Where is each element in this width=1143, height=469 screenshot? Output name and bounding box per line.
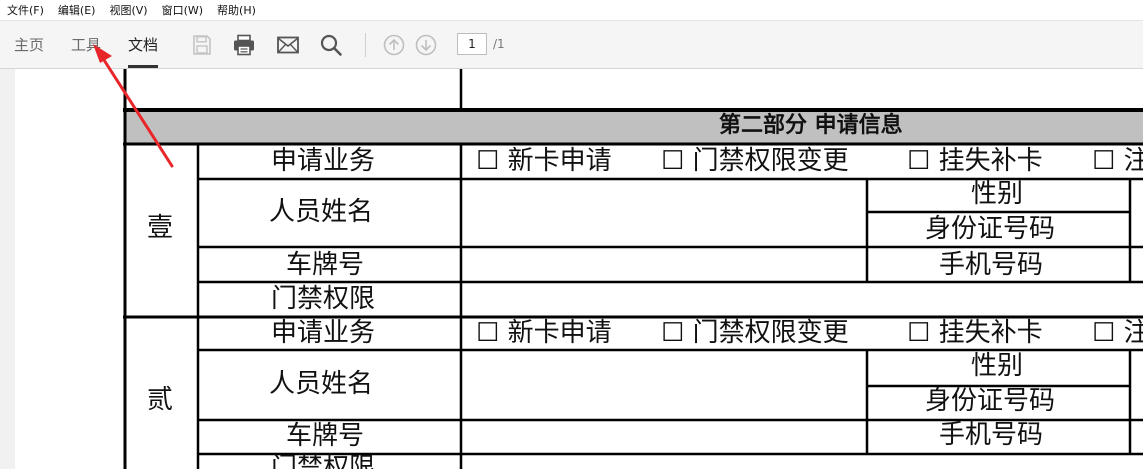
checkbox-symbol: ☐ xyxy=(476,146,500,176)
document-page: 第二部分 申请信息 壹 申请业务 人员姓名 车牌号 门禁权限 ☐ 新卡申请 ☐ … xyxy=(15,69,1143,469)
menu-file[interactable]: 文件(F) xyxy=(0,0,51,21)
checkbox-symbol: ☐ xyxy=(661,318,685,348)
checkbox-lost-reissue[interactable]: ☐ 挂失补卡 xyxy=(907,148,1043,174)
tab-home[interactable]: 主页 xyxy=(14,21,44,68)
label-apply-business: 申请业务 xyxy=(271,318,376,348)
label-access-rights: 门禁权限 xyxy=(271,284,376,314)
checkbox-symbol: ☐ xyxy=(1092,318,1116,348)
label-person-name: 人员姓名 xyxy=(269,369,374,399)
menu-bar: 文件(F) 编辑(E) 视图(V) 窗口(W) 帮助(H) xyxy=(0,0,1143,21)
label-gender: 性别 xyxy=(971,351,1024,381)
label-id-number: 身份证号码 xyxy=(925,214,1056,244)
search-icon[interactable] xyxy=(319,33,343,57)
mail-icon[interactable] xyxy=(276,33,300,57)
arrow-up-icon[interactable] xyxy=(382,33,406,57)
arrow-down-icon[interactable] xyxy=(414,33,438,57)
label-phone: 手机号码 xyxy=(939,250,1044,280)
option-access-change: 门禁权限变更 xyxy=(692,318,849,348)
tab-tools[interactable]: 工具 xyxy=(71,21,101,68)
group-label: 壹 xyxy=(147,213,174,243)
menu-window[interactable]: 窗口(W) xyxy=(155,0,210,21)
label-gender: 性别 xyxy=(971,179,1024,209)
option-cancel: 注 xyxy=(1123,146,1143,176)
label-apply-business: 申请业务 xyxy=(271,146,376,176)
checkbox-symbol: ☐ xyxy=(907,318,931,348)
option-access-change: 门禁权限变更 xyxy=(692,146,849,176)
checkbox-symbol: ☐ xyxy=(661,146,685,176)
checkbox-cancel[interactable]: ☐ 注 xyxy=(1092,148,1143,174)
checkbox-lost-reissue[interactable]: ☐ 挂失补卡 xyxy=(907,320,1043,346)
checkbox-symbol: ☐ xyxy=(907,146,931,176)
option-cancel: 注 xyxy=(1123,318,1143,348)
label-access-rights: 门禁权限 xyxy=(271,453,376,469)
label-plate-number: 车牌号 xyxy=(286,421,365,451)
checkbox-new-card[interactable]: ☐ 新卡申请 xyxy=(476,148,612,174)
toolbar-separator xyxy=(365,33,366,57)
checkbox-cancel[interactable]: ☐ 注 xyxy=(1092,320,1143,346)
print-icon[interactable] xyxy=(232,33,256,57)
option-new-card: 新卡申请 xyxy=(507,318,612,348)
toolbar: 主页 工具 文档 /1 xyxy=(0,21,1143,69)
menu-view[interactable]: 视图(V) xyxy=(102,0,154,21)
checkbox-access-change[interactable]: ☐ 门禁权限变更 xyxy=(661,148,849,174)
document-viewport[interactable]: 第二部分 申请信息 壹 申请业务 人员姓名 车牌号 门禁权限 ☐ 新卡申请 ☐ … xyxy=(0,69,1143,469)
option-lost-reissue: 挂失补卡 xyxy=(938,146,1043,176)
page-total: /1 xyxy=(493,37,505,51)
checkbox-new-card[interactable]: ☐ 新卡申请 xyxy=(476,320,612,346)
label-phone: 手机号码 xyxy=(939,420,1044,450)
menu-edit[interactable]: 编辑(E) xyxy=(51,0,103,21)
checkbox-symbol: ☐ xyxy=(1092,146,1116,176)
save-icon[interactable] xyxy=(190,33,214,57)
page-number-input[interactable] xyxy=(457,33,487,55)
option-lost-reissue: 挂失补卡 xyxy=(938,318,1043,348)
section-title: 第二部分 申请信息 xyxy=(719,113,903,138)
option-new-card: 新卡申请 xyxy=(507,146,612,176)
group-label: 贰 xyxy=(147,385,174,415)
tab-document[interactable]: 文档 xyxy=(128,21,159,68)
label-plate-number: 车牌号 xyxy=(286,250,365,280)
label-id-number: 身份证号码 xyxy=(925,386,1056,416)
checkbox-access-change[interactable]: ☐ 门禁权限变更 xyxy=(661,320,849,346)
menu-help[interactable]: 帮助(H) xyxy=(210,0,263,21)
label-person-name: 人员姓名 xyxy=(269,197,374,227)
checkbox-symbol: ☐ xyxy=(476,318,500,348)
